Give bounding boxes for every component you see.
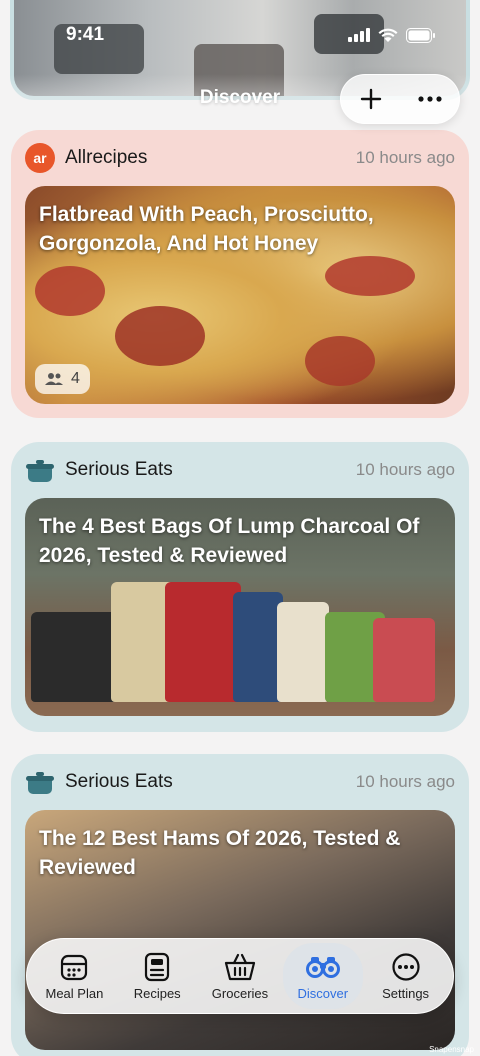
card-source: ar Allrecipes — [25, 143, 147, 173]
pot-icon — [26, 772, 54, 794]
wifi-icon — [378, 28, 398, 42]
basket-icon — [224, 953, 256, 980]
tab-recipes[interactable]: Recipes — [117, 943, 197, 1009]
tab-label: Groceries — [211, 985, 269, 1001]
recipe-image[interactable]: The 4 Best Bags Of Lump Charcoal Of 2026… — [25, 498, 455, 716]
tab-label: Settings — [382, 985, 430, 1001]
recipe-image[interactable]: Flatbread With Peach, Prosciutto, Gorgon… — [25, 186, 455, 404]
status-icons — [348, 27, 436, 43]
people-icon — [45, 373, 63, 385]
tab-bar: Meal Plan Recipes Groceries Discover Set… — [26, 938, 454, 1014]
header-actions — [340, 74, 460, 124]
post-time: 10 hours ago — [355, 772, 455, 791]
watermark-credit: Snapensnap — [429, 1045, 474, 1054]
card-header: Serious Eats 10 hours ago — [25, 754, 455, 810]
tab-groceries[interactable]: Groceries — [200, 943, 280, 1009]
plus-icon — [360, 88, 381, 110]
signal-icon — [348, 28, 370, 42]
add-button[interactable] — [349, 77, 393, 121]
feed-card[interactable]: Serious Eats 10 hours ago The 4 Best Bag… — [11, 442, 469, 732]
saves-count: 4 — [71, 370, 80, 387]
post-time: 10 hours ago — [355, 460, 455, 479]
card-header: ar Allrecipes 10 hours ago — [25, 130, 455, 186]
tab-label: Recipes — [133, 985, 181, 1001]
tab-label: Meal Plan — [45, 985, 104, 1001]
status-time: 9:41 — [66, 24, 105, 45]
recipe-title: The 4 Best Bags Of Lump Charcoal Of 2026… — [39, 515, 420, 567]
more-options-button[interactable] — [408, 77, 452, 121]
ellipsis-icon — [417, 96, 442, 102]
source-name: Allrecipes — [65, 147, 148, 168]
card-source: Serious Eats — [25, 767, 173, 797]
feed-card[interactable]: ar Allrecipes 10 hours ago Flatbread Wit… — [11, 130, 469, 418]
card-header: Serious Eats 10 hours ago — [25, 442, 455, 498]
card-source: Serious Eats — [25, 455, 173, 485]
meal-plan-icon — [61, 954, 88, 980]
tab-settings[interactable]: Settings — [366, 943, 446, 1009]
tab-meal-plan[interactable]: Meal Plan — [34, 943, 114, 1009]
recipe-image[interactable]: The 12 Best Hams Of 2026, Tested & Revie… — [25, 810, 455, 1050]
allrecipes-logo-icon: ar — [25, 143, 55, 173]
battery-icon — [406, 27, 435, 43]
source-name: Serious Eats — [65, 459, 173, 480]
saves-badge: 4 — [35, 364, 90, 394]
more-icon — [391, 952, 420, 981]
tab-label: Discover — [297, 985, 349, 1001]
svg-text:ar: ar — [33, 150, 47, 166]
recipe-title: Flatbread With Peach, Prosciutto, Gorgon… — [39, 203, 374, 255]
recipe-title: The 12 Best Hams Of 2026, Tested & Revie… — [39, 827, 401, 879]
status-bar: 9:41 — [0, 0, 480, 70]
source-name: Serious Eats — [65, 771, 173, 792]
binoculars-icon — [305, 956, 340, 978]
tab-discover[interactable]: Discover — [282, 943, 363, 1009]
pot-icon — [26, 460, 54, 482]
recipes-icon — [145, 952, 170, 981]
post-time: 10 hours ago — [355, 148, 455, 167]
